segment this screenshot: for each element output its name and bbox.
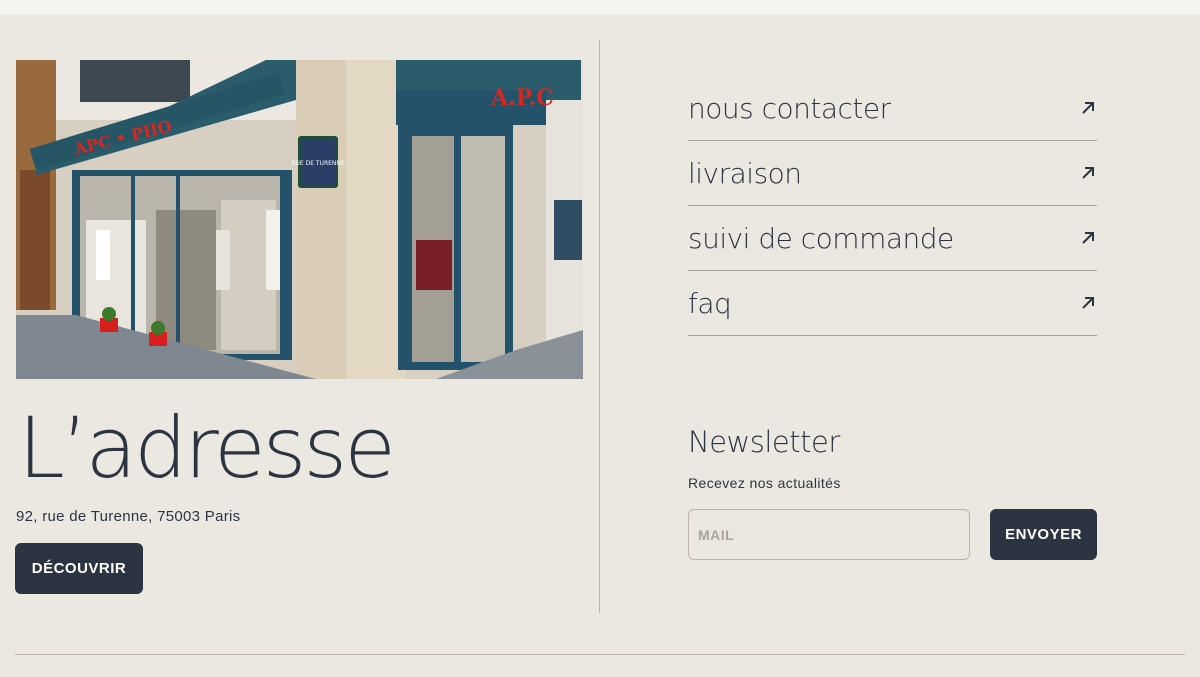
link-label: nous contacter bbox=[688, 91, 891, 125]
arrow-up-right-icon bbox=[1082, 232, 1094, 244]
link-nous-contacter[interactable]: nous contacter bbox=[688, 76, 1097, 141]
top-bar bbox=[0, 0, 1200, 15]
store-title: L’adresse bbox=[18, 399, 396, 497]
street-sign-text: RUE DE TURENNE bbox=[291, 160, 345, 167]
store-address: 92, rue de Turenne, 75003 Paris bbox=[16, 508, 241, 525]
vertical-divider bbox=[599, 40, 600, 613]
arrow-up-right-icon bbox=[1082, 102, 1094, 114]
link-label: suivi de commande bbox=[688, 221, 954, 255]
storefront-photo: APC • PHO A.P.C RUE DE TURENNE bbox=[16, 60, 583, 379]
link-suivi-de-commande[interactable]: suivi de commande bbox=[688, 206, 1097, 271]
newsletter-subtitle: Recevez nos actualités bbox=[688, 475, 841, 491]
discover-button[interactable]: DÉCOUVRIR bbox=[15, 543, 143, 594]
arrow-up-right-icon bbox=[1082, 167, 1094, 179]
link-label: livraison bbox=[688, 156, 802, 190]
awning-sign-right: A.P.C bbox=[490, 85, 554, 111]
horizontal-divider bbox=[15, 654, 1185, 655]
newsletter-email-input[interactable] bbox=[688, 509, 970, 560]
newsletter-submit-button[interactable]: ENVOYER bbox=[990, 509, 1097, 560]
footer-links: nous contacter livraison suivi de comman… bbox=[688, 76, 1097, 336]
newsletter-title: Newsletter bbox=[688, 425, 840, 459]
arrow-up-right-icon bbox=[1082, 297, 1094, 309]
link-label: faq bbox=[688, 286, 732, 320]
link-livraison[interactable]: livraison bbox=[688, 141, 1097, 206]
link-faq[interactable]: faq bbox=[688, 271, 1097, 336]
